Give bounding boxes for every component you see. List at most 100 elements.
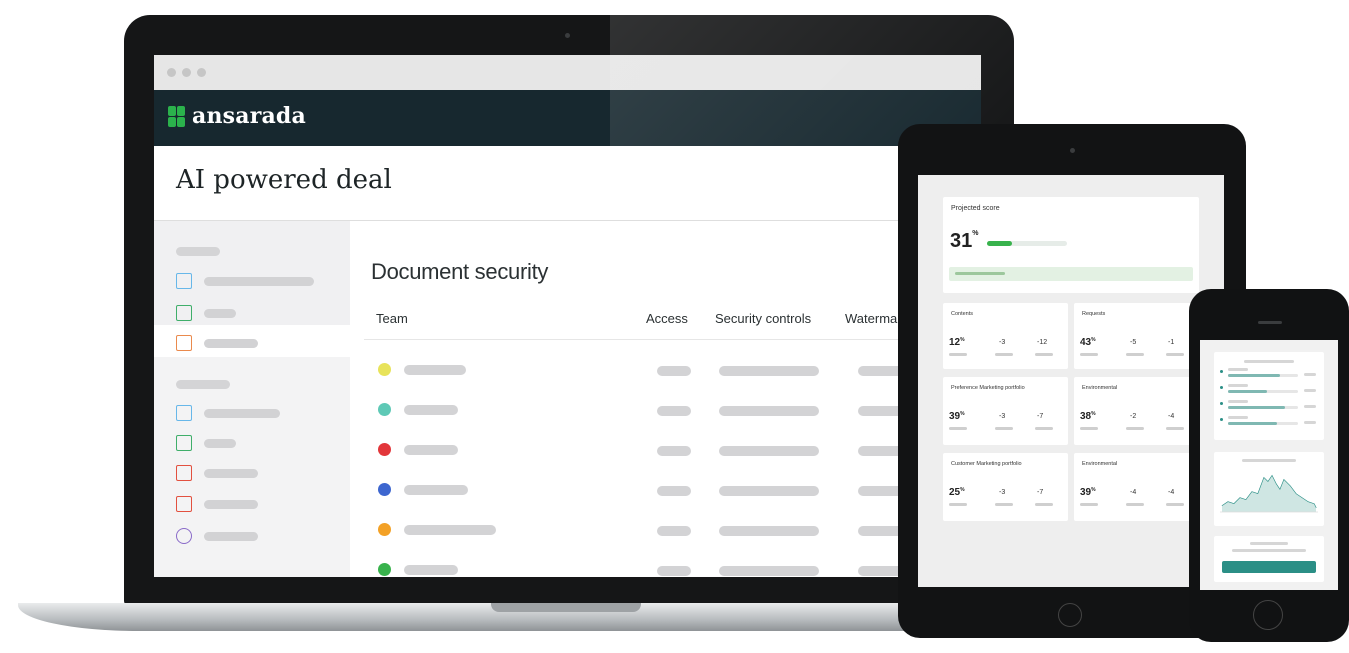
phone-progress-fill [1228, 422, 1277, 425]
column-header-access[interactable]: Access [646, 311, 688, 326]
column-header-team[interactable]: Team [376, 311, 408, 326]
dollar-icon [176, 305, 192, 321]
access-placeholder [657, 486, 691, 496]
stat-card[interactable]: Environmental 39% -4 -4 [1074, 453, 1199, 521]
sidebar-group-heading [176, 247, 220, 256]
phone-cta-text [1232, 549, 1306, 552]
table-row[interactable] [350, 391, 981, 431]
stat-card-title: Preference Marketing portfolio [951, 385, 1025, 391]
access-placeholder [657, 406, 691, 416]
section-title: Document security [371, 259, 549, 284]
stat-card-caption [949, 353, 967, 356]
sidebar-group-heading [176, 380, 230, 389]
stat-card-caption [1035, 353, 1053, 356]
tablet-camera [1070, 148, 1075, 153]
security-controls-placeholder [719, 406, 819, 416]
phone-card-heading [1244, 360, 1294, 363]
stat-card[interactable]: Requests 43% -5 -1 [1074, 303, 1199, 369]
phone-progress-fill [1228, 406, 1286, 409]
column-header-security-controls[interactable]: Security controls [715, 311, 811, 326]
window-minimize-dot[interactable] [182, 68, 191, 77]
stat-card-value: 39% [1080, 487, 1096, 498]
team-color-dot [378, 443, 391, 456]
page-title-row: AI powered deal [154, 146, 981, 221]
stat-card-delta-b: -12 [1037, 339, 1048, 346]
document-icon [176, 405, 192, 421]
stat-card-caption [949, 427, 967, 430]
stat-card-delta-a: -5 [1130, 339, 1137, 346]
phone-home-button[interactable] [1253, 600, 1283, 630]
security-controls-placeholder [719, 526, 819, 536]
team-name-placeholder [404, 565, 458, 575]
stat-card[interactable]: Environmental 38% -2 -4 [1074, 377, 1199, 445]
stat-card[interactable]: Preference Marketing portfolio 39% -3 -7 [943, 377, 1068, 445]
team-name-placeholder [404, 405, 458, 415]
table-row[interactable] [350, 431, 981, 471]
table-row[interactable] [350, 471, 981, 511]
projected-progress-fill [987, 241, 1012, 246]
stat-card-caption [1080, 427, 1098, 430]
phone-screen [1200, 340, 1338, 590]
stat-card-title: Environmental [1082, 461, 1118, 467]
brand-name[interactable]: ansarada [192, 103, 306, 129]
stat-card-title: Requests [1082, 311, 1106, 317]
stat-card[interactable]: Contents 12% -3 -12 [943, 303, 1068, 369]
trend-area-chart [1220, 474, 1318, 513]
phone-chart-card [1214, 452, 1324, 526]
security-controls-placeholder [719, 486, 819, 496]
ansarada-logo-icon[interactable] [168, 106, 186, 128]
table-row[interactable] [350, 511, 981, 551]
stat-card-caption [1126, 503, 1144, 506]
stat-card-delta-b: -1 [1168, 339, 1175, 346]
stat-card-caption [995, 353, 1013, 356]
security-controls-placeholder [719, 566, 819, 576]
tablet-home-button[interactable] [1058, 603, 1082, 627]
phone-progress-fill [1228, 390, 1268, 393]
sidebar-item-label [204, 309, 236, 318]
stat-card-caption [1080, 503, 1098, 506]
stat-card-delta-b: -4 [1168, 489, 1175, 496]
stat-card-value: 39% [949, 411, 965, 422]
stat-card-caption [1166, 427, 1184, 430]
laptop-notch [491, 603, 641, 612]
stat-card-delta-a: -3 [999, 413, 1006, 420]
access-placeholder [657, 526, 691, 536]
stat-card-caption [949, 503, 967, 506]
stat-card-caption [1126, 353, 1144, 356]
stat-card-delta-a: -3 [999, 489, 1006, 496]
phone-progress-card [1214, 352, 1324, 440]
stat-card-title: Environmental [1082, 385, 1118, 391]
phone-progress-fill [1228, 374, 1280, 377]
stat-card-title: Customer Marketing portfolio [951, 461, 1022, 467]
table-row[interactable] [350, 551, 981, 577]
security-controls-placeholder [719, 446, 819, 456]
stat-card-caption [1166, 503, 1184, 506]
gear-icon [176, 528, 192, 544]
sidebar-item-label [204, 439, 236, 448]
dollar-icon [176, 435, 192, 451]
team-color-dot [378, 403, 391, 416]
stat-card-delta-b: -7 [1037, 413, 1044, 420]
tablet-screen: Projected score 31% Contents 12% -3 -12 Requ… [918, 175, 1224, 587]
team-color-dot [378, 523, 391, 536]
laptop-screen: ansarada AI powered deal Document securi… [154, 55, 981, 577]
sidebar-item-label [204, 409, 280, 418]
phone-cta-heading [1250, 542, 1288, 545]
column-header-watermark[interactable]: Waterma [845, 311, 897, 326]
page-title: AI powered deal [176, 165, 392, 195]
sidebar-item-label [204, 500, 258, 509]
phone-cta-button[interactable] [1222, 561, 1316, 573]
recommendation-banner[interactable] [949, 267, 1193, 281]
stat-card-value: 25% [949, 487, 965, 498]
stat-card[interactable]: Customer Marketing portfolio 25% -3 -7 [943, 453, 1068, 521]
team-name-placeholder [404, 445, 458, 455]
stat-card-caption [1126, 427, 1144, 430]
window-close-dot[interactable] [167, 68, 176, 77]
stat-card-caption [1035, 427, 1053, 430]
stat-card-delta-b: -4 [1168, 413, 1175, 420]
access-placeholder [657, 566, 691, 576]
table-row[interactable] [350, 351, 981, 391]
window-maximize-dot[interactable] [197, 68, 206, 77]
stat-card-caption [1035, 503, 1053, 506]
phone-chart-heading [1242, 459, 1296, 462]
